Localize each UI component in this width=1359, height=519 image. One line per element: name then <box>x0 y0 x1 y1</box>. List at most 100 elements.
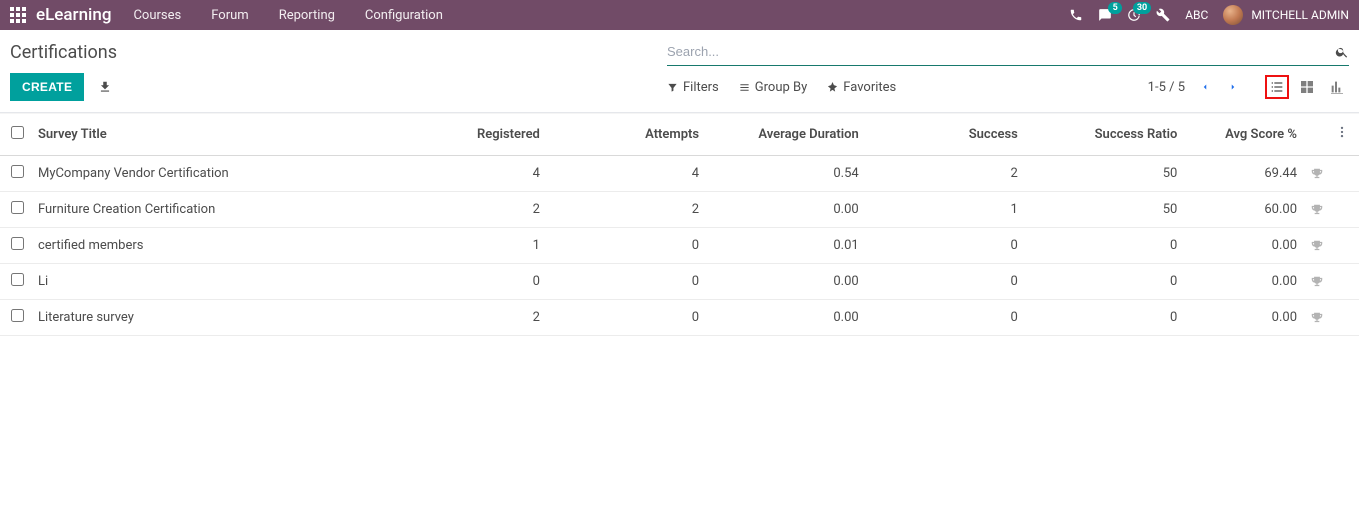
cell-registered: 4 <box>389 156 548 192</box>
groupby-icon <box>739 82 750 93</box>
trophy-icon[interactable] <box>1305 156 1335 192</box>
phone-icon[interactable] <box>1069 8 1083 22</box>
menu-forum[interactable]: Forum <box>211 8 248 23</box>
debug-icon[interactable] <box>1156 8 1170 22</box>
messages-badge: 5 <box>1108 2 1122 14</box>
cell-registered: 2 <box>389 300 548 336</box>
columns-menu-icon[interactable] <box>1335 125 1349 139</box>
col-success[interactable]: Success <box>867 113 1026 156</box>
certifications-table: Survey Title Registered Attempts Average… <box>0 113 1359 336</box>
list-view-button[interactable] <box>1265 75 1289 99</box>
row-checkbox[interactable] <box>11 201 24 214</box>
trophy-icon[interactable] <box>1305 228 1335 264</box>
cell-attempts: 0 <box>548 300 707 336</box>
cell-attempts: 2 <box>548 192 707 228</box>
select-all-checkbox[interactable] <box>11 126 24 139</box>
cell-avg-score: 69.44 <box>1185 156 1305 192</box>
top-navbar: eLearning Courses Forum Reporting Config… <box>0 0 1359 30</box>
cell-success: 0 <box>867 228 1026 264</box>
trophy-icon[interactable] <box>1305 300 1335 336</box>
cell-success-ratio: 50 <box>1026 192 1185 228</box>
cell-registered: 1 <box>389 228 548 264</box>
row-checkbox[interactable] <box>11 165 24 178</box>
col-registered[interactable]: Registered <box>389 113 548 156</box>
favorites-button[interactable]: Favorites <box>827 80 896 95</box>
cell-avg-score: 0.00 <box>1185 300 1305 336</box>
cell-avg-duration: 0.54 <box>707 156 867 192</box>
col-success-ratio[interactable]: Success Ratio <box>1026 113 1185 156</box>
cell-avg-duration: 0.00 <box>707 192 867 228</box>
cell-success-ratio: 0 <box>1026 300 1185 336</box>
graph-view-button[interactable] <box>1325 75 1349 99</box>
cell-avg-score: 0.00 <box>1185 228 1305 264</box>
cell-avg-score: 60.00 <box>1185 192 1305 228</box>
messages-icon[interactable]: 5 <box>1098 8 1112 22</box>
avatar-icon <box>1223 5 1243 25</box>
activities-icon[interactable]: 30 <box>1127 8 1141 22</box>
row-checkbox[interactable] <box>11 309 24 322</box>
trophy-icon[interactable] <box>1305 192 1335 228</box>
activities-badge: 30 <box>1133 2 1151 14</box>
search-icon[interactable] <box>1335 45 1349 59</box>
pager-text[interactable]: 1-5 / 5 <box>1148 80 1185 95</box>
cell-title: MyCompany Vendor Certification <box>30 156 389 192</box>
col-avg-duration[interactable]: Average Duration <box>707 113 867 156</box>
cell-avg-duration: 0.00 <box>707 264 867 300</box>
menu-reporting[interactable]: Reporting <box>279 8 335 23</box>
cell-avg-score: 0.00 <box>1185 264 1305 300</box>
pager: 1-5 / 5 <box>1148 75 1245 99</box>
table-header-row: Survey Title Registered Attempts Average… <box>0 113 1359 156</box>
table-row[interactable]: MyCompany Vendor Certification440.542506… <box>0 156 1359 192</box>
groupby-button[interactable]: Group By <box>739 80 808 95</box>
table-row[interactable]: Furniture Creation Certification220.0015… <box>0 192 1359 228</box>
cell-attempts: 4 <box>548 156 707 192</box>
pager-prev[interactable] <box>1193 75 1217 99</box>
menu-courses[interactable]: Courses <box>133 8 181 23</box>
table-row[interactable]: certified members100.01000.00 <box>0 228 1359 264</box>
top-menu: Courses Forum Reporting Configuration <box>133 8 442 23</box>
col-avg-score[interactable]: Avg Score % <box>1185 113 1305 156</box>
table-row[interactable]: Li000.00000.00 <box>0 264 1359 300</box>
cell-success-ratio: 0 <box>1026 264 1185 300</box>
menu-configuration[interactable]: Configuration <box>365 8 443 23</box>
row-checkbox[interactable] <box>11 237 24 250</box>
cell-registered: 0 <box>389 264 548 300</box>
filter-icon <box>667 82 678 93</box>
cell-avg-duration: 0.01 <box>707 228 867 264</box>
page-title: Certifications <box>10 42 117 63</box>
cell-success: 1 <box>867 192 1026 228</box>
import-icon[interactable] <box>98 80 112 94</box>
pager-next[interactable] <box>1221 75 1245 99</box>
create-button[interactable]: CREATE <box>10 73 84 101</box>
company-label[interactable]: ABC <box>1185 8 1208 22</box>
cell-title: Literature survey <box>30 300 389 336</box>
filters-button[interactable]: Filters <box>667 80 719 95</box>
trophy-icon[interactable] <box>1305 264 1335 300</box>
view-switcher <box>1265 75 1349 99</box>
search-input[interactable] <box>667 42 1335 61</box>
cell-title: Furniture Creation Certification <box>30 192 389 228</box>
cell-avg-duration: 0.00 <box>707 300 867 336</box>
cell-success: 0 <box>867 264 1026 300</box>
cell-success: 0 <box>867 300 1026 336</box>
cell-success-ratio: 50 <box>1026 156 1185 192</box>
filters-label: Filters <box>683 80 719 95</box>
apps-icon[interactable] <box>10 7 26 23</box>
cell-success: 2 <box>867 156 1026 192</box>
table-row[interactable]: Literature survey200.00000.00 <box>0 300 1359 336</box>
app-brand[interactable]: eLearning <box>36 5 111 25</box>
row-checkbox[interactable] <box>11 273 24 286</box>
user-menu[interactable]: MITCHELL ADMIN <box>1223 5 1349 25</box>
groupby-label: Group By <box>755 80 808 95</box>
systray: 5 30 ABC MITCHELL ADMIN <box>1069 5 1349 25</box>
cell-title: Li <box>30 264 389 300</box>
username-label: MITCHELL ADMIN <box>1251 8 1349 22</box>
kanban-view-button[interactable] <box>1295 75 1319 99</box>
cell-success-ratio: 0 <box>1026 228 1185 264</box>
search-box <box>667 38 1349 66</box>
col-survey-title[interactable]: Survey Title <box>30 113 389 156</box>
cell-title: certified members <box>30 228 389 264</box>
cell-registered: 2 <box>389 192 548 228</box>
col-attempts[interactable]: Attempts <box>548 113 707 156</box>
cell-attempts: 0 <box>548 228 707 264</box>
